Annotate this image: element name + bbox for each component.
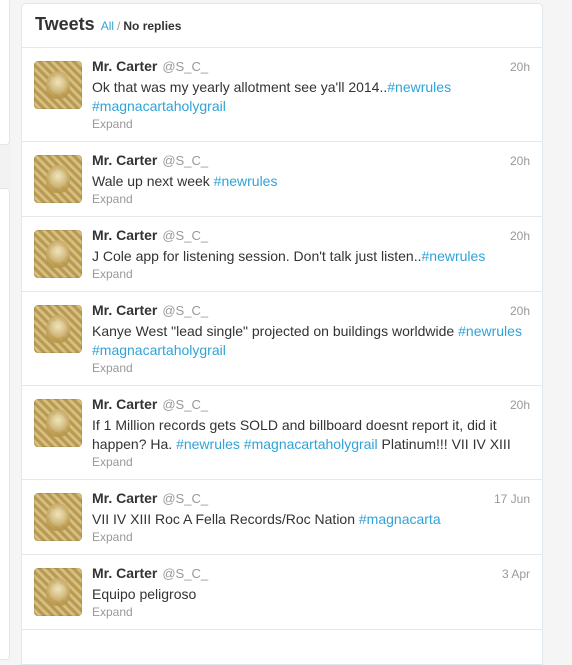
author-name[interactable]: Mr. Carter (92, 152, 157, 168)
expand-link[interactable]: Expand (92, 605, 530, 619)
left-rail-panel (0, 0, 10, 145)
tweet-text-segment: J Cole app for listening session. Don't … (92, 248, 422, 264)
tweet-item[interactable]: Mr. Carter @S_C_ 3 Apr Equipo peligroso … (22, 555, 542, 630)
hashtag-link[interactable]: #newrules (387, 79, 451, 95)
tweet-item[interactable]: Mr. Carter @S_C_ 20h If 1 Million record… (22, 386, 542, 480)
tweet-text: J Cole app for listening session. Don't … (92, 247, 530, 266)
tweet-item[interactable]: Mr. Carter @S_C_ 17 Jun VII IV XIII Roc … (22, 480, 542, 555)
expand-link[interactable]: Expand (92, 267, 530, 281)
filter-no-replies[interactable]: No replies (123, 19, 181, 33)
avatar[interactable] (34, 399, 82, 447)
tweet-header: Mr. Carter @S_C_ 20h (92, 396, 530, 414)
tweet-timestamp[interactable]: 20h (510, 398, 530, 412)
tweet-item[interactable]: Mr. Carter @S_C_ 20h Kanye West "lead si… (22, 292, 542, 386)
tweet-text: Wale up next week #newrules (92, 172, 530, 191)
author-name[interactable]: Mr. Carter (92, 227, 157, 243)
left-rail-panel (0, 188, 10, 660)
hashtag-link[interactable]: #newrules (176, 436, 240, 452)
author-handle[interactable]: @S_C_ (162, 59, 208, 74)
tweet-text: Equipo peligroso (92, 585, 530, 604)
author-handle[interactable]: @S_C_ (162, 153, 208, 168)
hashtag-link[interactable]: #newrules (422, 248, 486, 264)
panel-header: Tweets All / No replies (22, 4, 542, 48)
tweet-text-segment: Ok that was my yearly allotment see ya'l… (92, 79, 388, 95)
avatar[interactable] (34, 230, 82, 278)
hashtag-link[interactable]: #newrules (458, 323, 522, 339)
tweet-text: If 1 Million records gets SOLD and billb… (92, 416, 530, 454)
tweet-list: Mr. Carter @S_C_ 20h Ok that was my year… (22, 48, 542, 630)
filter-all-link[interactable]: All (101, 19, 114, 33)
filter-separator: / (117, 19, 121, 33)
author-handle[interactable]: @S_C_ (162, 228, 208, 243)
hashtag-link[interactable]: #magnacartaholygrail (244, 436, 378, 452)
tweet-timestamp[interactable]: 20h (510, 154, 530, 168)
tweet-timestamp[interactable]: 3 Apr (502, 567, 530, 581)
tweet-text: VII IV XIII Roc A Fella Records/Roc Nati… (92, 510, 530, 529)
tweet-text-segment: Equipo peligroso (92, 586, 197, 602)
tweet-item[interactable]: Mr. Carter @S_C_ 20h Wale up next week #… (22, 142, 542, 217)
tweet-header: Mr. Carter @S_C_ 20h (92, 152, 530, 170)
page-title: Tweets (35, 14, 95, 34)
expand-link[interactable]: Expand (92, 192, 530, 206)
expand-link[interactable]: Expand (92, 530, 530, 544)
author-handle[interactable]: @S_C_ (162, 303, 208, 318)
left-rail (0, 0, 10, 660)
hashtag-link[interactable]: #newrules (214, 173, 278, 189)
tweet-header: Mr. Carter @S_C_ 20h (92, 302, 530, 320)
expand-link[interactable]: Expand (92, 361, 530, 375)
tweet-text-segment: Wale up next week (92, 173, 214, 189)
tweet-text: Ok that was my yearly allotment see ya'l… (92, 78, 530, 116)
expand-link[interactable]: Expand (92, 117, 530, 131)
author-name[interactable]: Mr. Carter (92, 58, 157, 74)
author-handle[interactable]: @S_C_ (162, 566, 208, 581)
avatar[interactable] (34, 61, 82, 109)
expand-link[interactable]: Expand (92, 455, 530, 469)
hashtag-link[interactable]: #magnacartaholygrail (92, 98, 226, 114)
tweet-timestamp[interactable]: 20h (510, 304, 530, 318)
author-name[interactable]: Mr. Carter (92, 302, 157, 318)
tweet-item[interactable]: Mr. Carter @S_C_ 20h Ok that was my year… (22, 48, 542, 142)
tweet-header: Mr. Carter @S_C_ 20h (92, 58, 530, 76)
avatar[interactable] (34, 305, 82, 353)
author-name[interactable]: Mr. Carter (92, 396, 157, 412)
tweet-timestamp[interactable]: 20h (510, 60, 530, 74)
hashtag-link[interactable]: #magnacarta (359, 511, 441, 527)
tweet-timestamp[interactable]: 20h (510, 229, 530, 243)
author-name[interactable]: Mr. Carter (92, 490, 157, 506)
tweet-header: Mr. Carter @S_C_ 3 Apr (92, 565, 530, 583)
tweet-header: Mr. Carter @S_C_ 17 Jun (92, 490, 530, 508)
author-handle[interactable]: @S_C_ (162, 397, 208, 412)
author-name[interactable]: Mr. Carter (92, 565, 157, 581)
tweet-text: Kanye West "lead single" projected on bu… (92, 322, 530, 360)
hashtag-link[interactable]: #magnacartaholygrail (92, 342, 226, 358)
avatar[interactable] (34, 493, 82, 541)
tweet-header: Mr. Carter @S_C_ 20h (92, 227, 530, 245)
tweet-text-segment: Platinum!!! VII IV XIII (377, 436, 511, 452)
avatar[interactable] (34, 155, 82, 203)
tweet-text-segment: Kanye West "lead single" projected on bu… (92, 323, 459, 339)
avatar[interactable] (34, 568, 82, 616)
tweets-panel: Tweets All / No replies Mr. Carter @S_C_… (21, 3, 543, 665)
tweet-text-segment: VII IV XIII Roc A Fella Records/Roc Nati… (92, 511, 359, 527)
tweet-timestamp[interactable]: 17 Jun (494, 492, 530, 506)
author-handle[interactable]: @S_C_ (162, 491, 208, 506)
tweet-item[interactable]: Mr. Carter @S_C_ 20h J Cole app for list… (22, 217, 542, 292)
